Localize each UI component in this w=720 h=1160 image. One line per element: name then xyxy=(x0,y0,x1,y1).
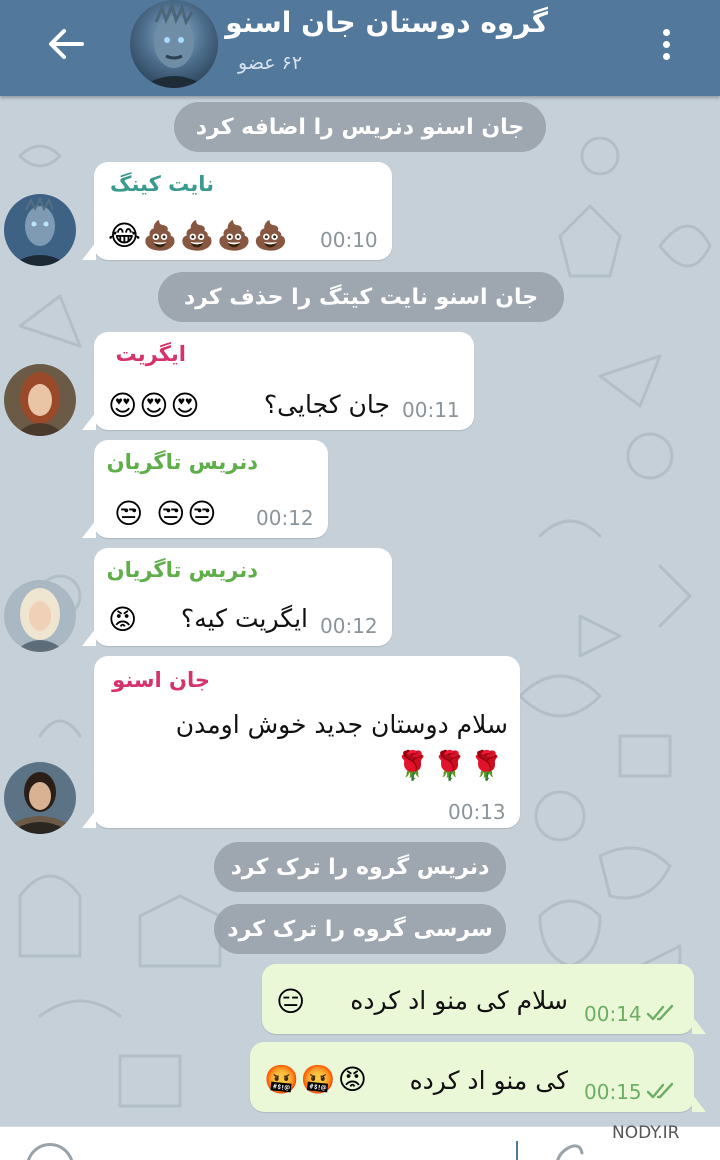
message-time: 00:12 xyxy=(320,614,378,638)
ygritte-avatar-image xyxy=(4,364,76,436)
message-emojis: 🤬🤬😡 xyxy=(264,1063,369,1096)
sender-name[interactable]: نایت کینگ xyxy=(110,172,214,196)
group-title[interactable]: گروه دوستان جان اسنو xyxy=(225,6,548,39)
message-bubble[interactable]: جان اسنو سلام دوستان جدید خوش اومدن 🌹🌹🌹 … xyxy=(82,656,520,828)
more-menu-button[interactable] xyxy=(652,22,680,66)
message-time: 00:11 xyxy=(402,398,460,422)
message-time: 00:12 xyxy=(256,506,314,530)
message-text: سلام کی منو اد کرده xyxy=(350,986,568,1015)
message-bubble[interactable]: نایت کینگ 😂💩💩💩💩 00:10 xyxy=(82,162,392,260)
more-vertical-icon xyxy=(662,28,670,36)
message-bubble[interactable]: ایگریت جان کجایی؟ 😍😍😍 00:11 xyxy=(82,332,474,430)
sender-name[interactable]: دنریس تاگریان xyxy=(107,450,258,474)
smile-icon[interactable] xyxy=(26,1143,74,1160)
double-check-icon xyxy=(646,1004,674,1021)
watermark: NODY.IR xyxy=(612,1123,680,1143)
outgoing-message-bubble[interactable]: کی منو اد کرده 🤬🤬😡 00:15 xyxy=(250,1042,706,1112)
message-text: کی منو اد کرده xyxy=(409,1066,568,1095)
text-input-cursor[interactable] xyxy=(516,1141,518,1160)
message-emojis: 😂💩💩💩💩 xyxy=(108,219,291,252)
message-emojis: 🌹🌹🌹 xyxy=(395,749,506,782)
avatar-night-king[interactable] xyxy=(4,194,76,266)
sender-name[interactable]: جان اسنو xyxy=(112,668,210,692)
member-count: ۶۲ عضو xyxy=(238,52,303,74)
paperclip-icon[interactable] xyxy=(552,1141,588,1160)
message-time: 00:10 xyxy=(320,228,378,252)
message-time: 00:13 xyxy=(448,800,506,824)
avatar-daenerys[interactable] xyxy=(4,580,76,652)
menu-dot xyxy=(662,40,670,48)
service-message: جان اسنو دنریس را اضافه کرد xyxy=(174,102,546,152)
message-emojis: 😍😍😍 xyxy=(108,389,202,422)
arrow-left-icon xyxy=(49,29,84,59)
back-button[interactable] xyxy=(40,18,92,70)
night-king-avatar-image xyxy=(4,194,76,266)
message-time: 00:14 xyxy=(584,1002,642,1026)
double-check-icon xyxy=(646,1082,674,1099)
message-emojis: 😡 xyxy=(108,603,140,636)
message-text: جان کجایی؟ xyxy=(263,390,390,419)
message-emojis: 😒 😒😒 xyxy=(114,497,219,530)
message-time: 00:15 xyxy=(584,1080,642,1104)
group-avatar[interactable] xyxy=(130,0,218,88)
outgoing-message-bubble[interactable]: سلام کی منو اد کرده 😑 00:14 xyxy=(262,964,706,1034)
service-message: جان اسنو نایت کیتگ را حذف کرد xyxy=(158,272,564,322)
avatar-ygritte[interactable] xyxy=(4,364,76,436)
avatar-jon-snow[interactable] xyxy=(4,762,76,834)
service-message: سرسی گروه را ترک کرد xyxy=(214,904,506,954)
sender-name[interactable]: دنریس تاگریان xyxy=(107,558,258,582)
message-text: سلام دوستان جدید خوش اومدن xyxy=(175,710,508,739)
message-bubble[interactable]: دنریس تاگریان ایگریت کیه؟ 😡 00:12 xyxy=(82,548,392,646)
message-emojis: 😑 xyxy=(276,985,308,1018)
message-bubble[interactable]: دنریس تاگریان 😒 😒😒 00:12 xyxy=(82,440,328,538)
night-king-portrait xyxy=(140,1,208,88)
sender-name[interactable]: ایگریت xyxy=(116,342,186,366)
chat-header: گروه دوستان جان اسنو ۶۲ عضو xyxy=(0,0,720,96)
jon-snow-avatar-image xyxy=(4,762,76,834)
service-message: دنریس گروه را ترک کرد xyxy=(214,842,506,892)
menu-dot xyxy=(662,52,670,60)
daenerys-avatar-image xyxy=(4,580,76,652)
message-text: ایگریت کیه؟ xyxy=(180,604,308,633)
